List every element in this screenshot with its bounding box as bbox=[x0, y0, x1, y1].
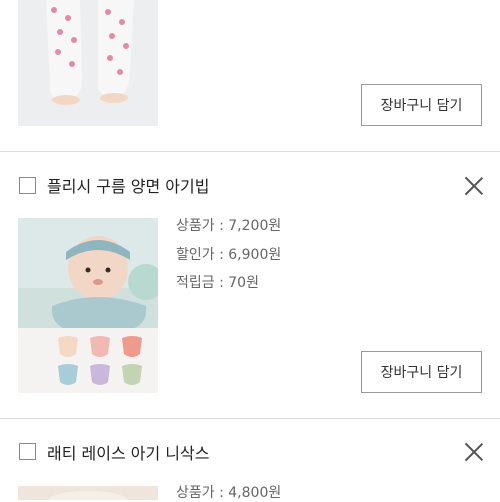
add-to-cart-button[interactable]: 장바구니 담기 bbox=[361, 351, 482, 393]
socks-photo bbox=[18, 0, 158, 126]
select-checkbox[interactable] bbox=[19, 443, 36, 460]
product-title[interactable]: 플리시 구름 양면 아기빕 bbox=[47, 173, 209, 197]
product-image-socks[interactable] bbox=[18, 0, 158, 126]
select-checkbox[interactable] bbox=[19, 177, 36, 194]
product-title[interactable]: 래티 레이스 아기 니삭스 bbox=[47, 440, 209, 464]
item-divider bbox=[0, 418, 500, 419]
bib-photo bbox=[18, 218, 158, 393]
add-to-cart-button[interactable]: 장바구니 담기 bbox=[361, 84, 482, 126]
product-image-bib[interactable] bbox=[18, 218, 158, 393]
list-price: 상품가 : 4,800원 bbox=[176, 485, 282, 501]
close-icon[interactable] bbox=[464, 176, 484, 196]
reward-points: 적립금 : 70원 bbox=[176, 275, 259, 291]
item-divider bbox=[0, 151, 500, 152]
list-price: 상품가 : 7,200원 bbox=[176, 218, 282, 234]
knee-socks-photo bbox=[18, 487, 158, 500]
close-icon[interactable] bbox=[464, 442, 484, 462]
product-image-knee-socks[interactable] bbox=[18, 486, 158, 500]
sale-price: 할인가 : 6,900원 bbox=[176, 247, 282, 263]
